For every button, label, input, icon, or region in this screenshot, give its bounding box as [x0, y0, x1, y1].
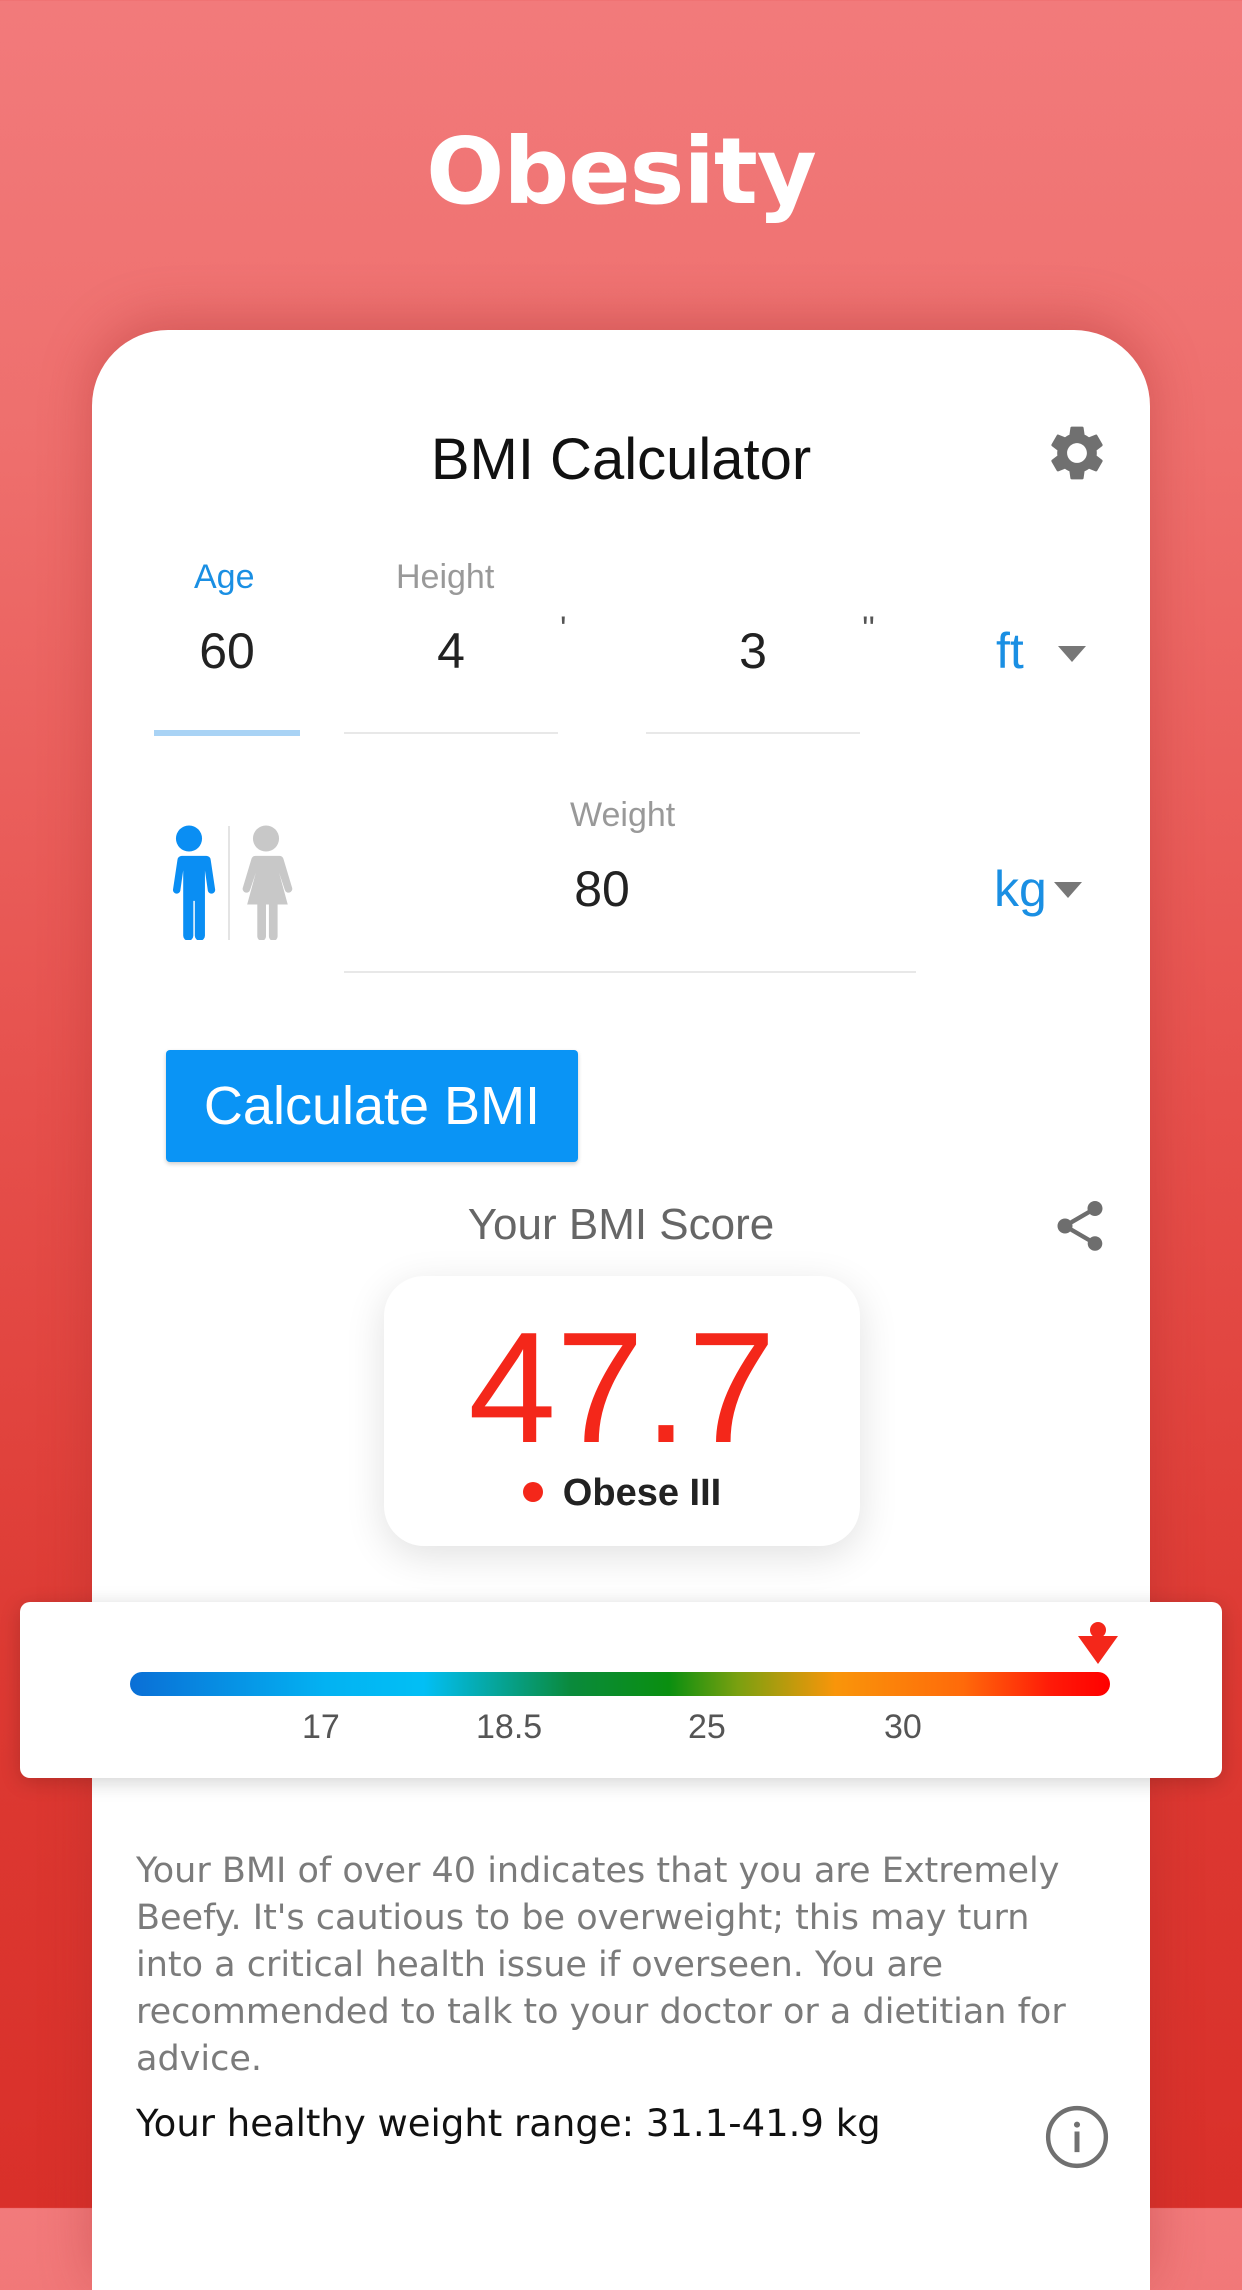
score-box: 47.7 Obese III: [384, 1276, 860, 1546]
height-label: Height: [396, 558, 495, 596]
age-underline: [154, 730, 300, 736]
gear-icon[interactable]: [1044, 420, 1110, 486]
gender-divider: [228, 826, 230, 940]
weight-underline: [344, 971, 916, 973]
scale-tick: 30: [884, 1708, 922, 1746]
height-unit-select[interactable]: ft: [996, 622, 1024, 680]
bmi-category: Obese III: [384, 1472, 860, 1515]
height-inches-underline: [646, 732, 860, 734]
weight-unit-dropdown-icon[interactable]: [1054, 882, 1082, 898]
share-icon[interactable]: [1050, 1196, 1110, 1256]
bmi-score-value: 47.7: [468, 1300, 776, 1476]
score-label: Your BMI Score: [467, 1200, 775, 1249]
scale-tick: 17: [302, 1708, 340, 1746]
calculate-bmi-button[interactable]: Calculate BMI: [166, 1050, 578, 1162]
scale-tick: 25: [688, 1708, 726, 1746]
bmi-scale-panel: 17 18.5 25 30: [20, 1602, 1222, 1778]
advice-text: Your BMI of over 40 indicates that you a…: [136, 1851, 1066, 2079]
weight-unit-select[interactable]: kg: [994, 860, 1047, 918]
info-icon[interactable]: [1044, 2104, 1110, 2170]
female-icon[interactable]: [236, 824, 296, 940]
inches-mark: '': [862, 610, 875, 648]
height-unit-dropdown-icon[interactable]: [1058, 646, 1086, 662]
category-dot-icon: [522, 1481, 543, 1502]
height-inches-input[interactable]: 3: [646, 622, 860, 680]
bmi-gradient-bar: [130, 1672, 1110, 1696]
age-input[interactable]: 60: [154, 622, 300, 680]
healthy-weight-range: Your healthy weight range: 31.1-41.9 kg: [136, 2102, 881, 2145]
weight-input[interactable]: 80: [344, 860, 860, 918]
arrow-down-marker-icon: [1078, 1622, 1118, 1664]
height-feet-underline: [344, 732, 558, 734]
bmi-calculator-card: BMI Calculator Age 60 Height 4 ' 3 '' ft…: [92, 330, 1150, 2290]
male-icon[interactable]: [160, 824, 218, 940]
age-label: Age: [194, 558, 255, 596]
bmi-category-label: Obese III: [562, 1472, 722, 1514]
feet-mark: ': [560, 610, 567, 648]
app-title: BMI Calculator: [430, 427, 812, 492]
height-feet-input[interactable]: 4: [344, 622, 558, 680]
headline: Obesity: [426, 118, 817, 225]
weight-label: Weight: [570, 796, 676, 834]
scale-tick: 18.5: [476, 1708, 543, 1746]
